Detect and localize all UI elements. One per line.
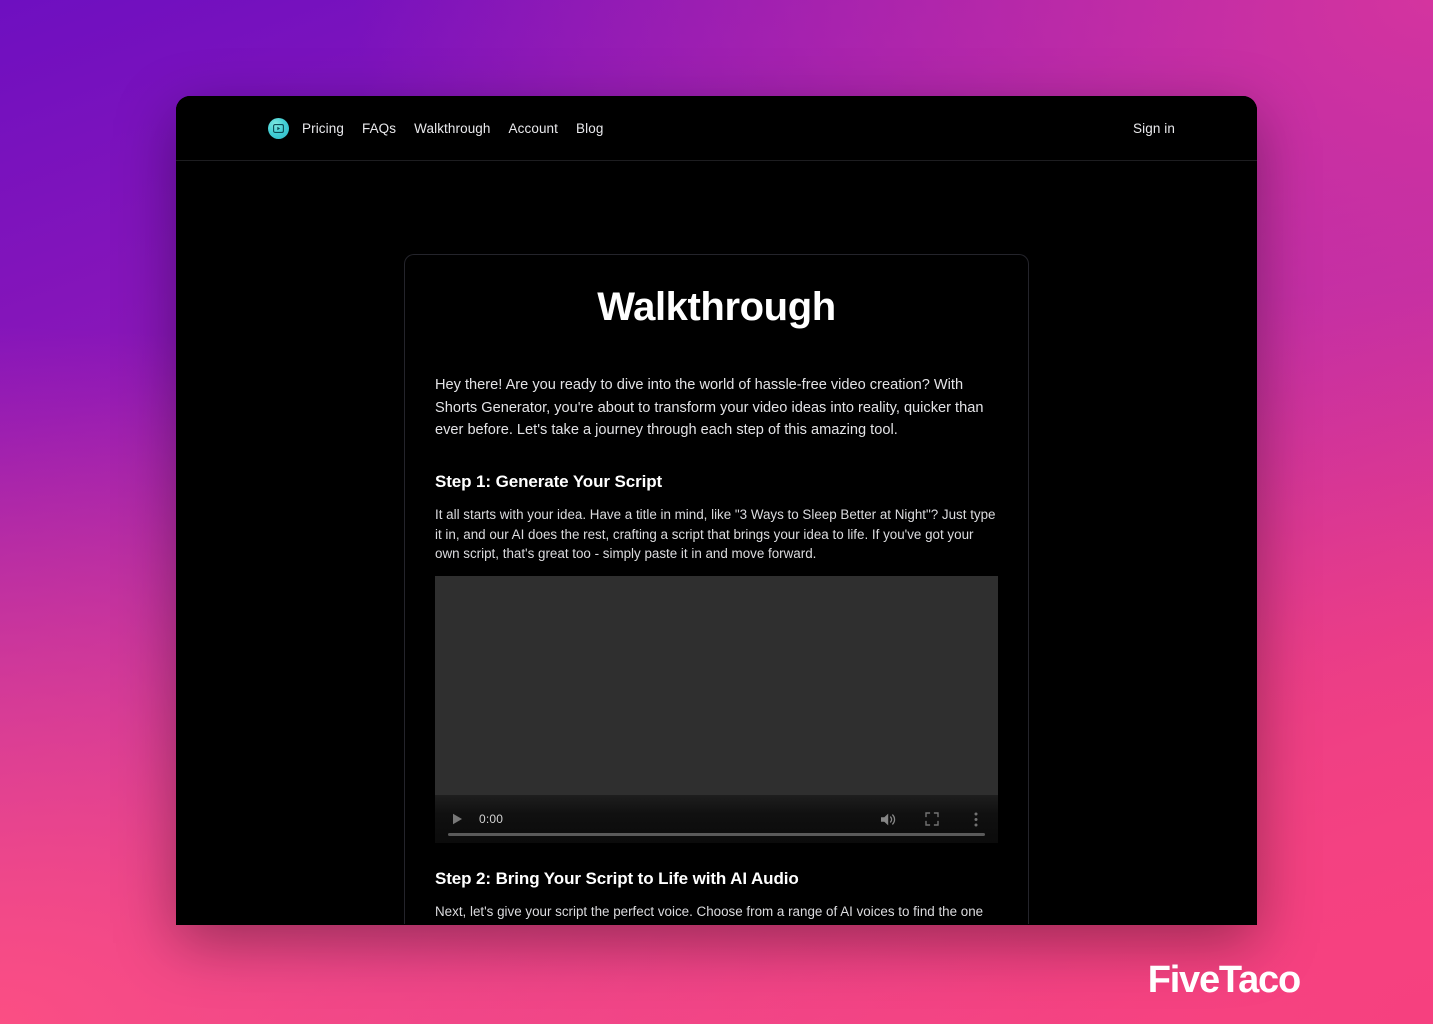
video-controls-left: 0:00 (448, 810, 503, 828)
step-1-paragraph: It all starts with your idea. Have a tit… (435, 506, 996, 562)
fivetaco-watermark: FiveTaco (1147, 959, 1302, 1001)
nav-item-blog[interactable]: Blog (576, 121, 603, 136)
walkthrough-content-card: Walkthrough Hey there! Are you ready to … (404, 254, 1029, 924)
nav-item-pricing[interactable]: Pricing (302, 121, 344, 136)
volume-icon[interactable] (879, 810, 897, 828)
nav-item-account[interactable]: Account (509, 121, 558, 136)
step-1-heading: Step 1: Generate Your Script (435, 471, 663, 491)
video-controls-right (879, 810, 985, 828)
video-current-time: 0:00 (479, 812, 504, 827)
step-2-heading: Step 2: Bring Your Script to Life with A… (435, 869, 799, 889)
video-progress-bar[interactable] (448, 833, 985, 837)
page-body: Walkthrough Hey there! Are you ready to … (176, 161, 1257, 924)
browser-window: Pricing FAQs Walkthrough Account Blog Si… (176, 96, 1257, 925)
step-1-video-player[interactable]: 0:00 (435, 576, 998, 844)
main-nav: Pricing FAQs Walkthrough Account Blog (302, 121, 603, 136)
sign-in-link[interactable]: Sign in (1133, 121, 1175, 136)
fullscreen-icon[interactable] (923, 810, 941, 828)
site-header: Pricing FAQs Walkthrough Account Blog Si… (176, 96, 1257, 161)
intro-paragraph: Hey there! Are you ready to dive into th… (435, 377, 984, 439)
step-2-paragraph-1: Next, let's give your script the perfect… (435, 904, 984, 924)
nav-item-walkthrough[interactable]: Walkthrough (414, 121, 490, 136)
page-title: Walkthrough (597, 285, 836, 329)
header-right-actions: Sign in (1133, 121, 1175, 136)
play-icon[interactable] (448, 810, 466, 828)
brand-logo[interactable] (268, 117, 289, 139)
more-vertical-icon[interactable] (967, 810, 985, 828)
play-circle-icon (273, 123, 284, 133)
nav-item-faqs[interactable]: FAQs (362, 121, 396, 136)
